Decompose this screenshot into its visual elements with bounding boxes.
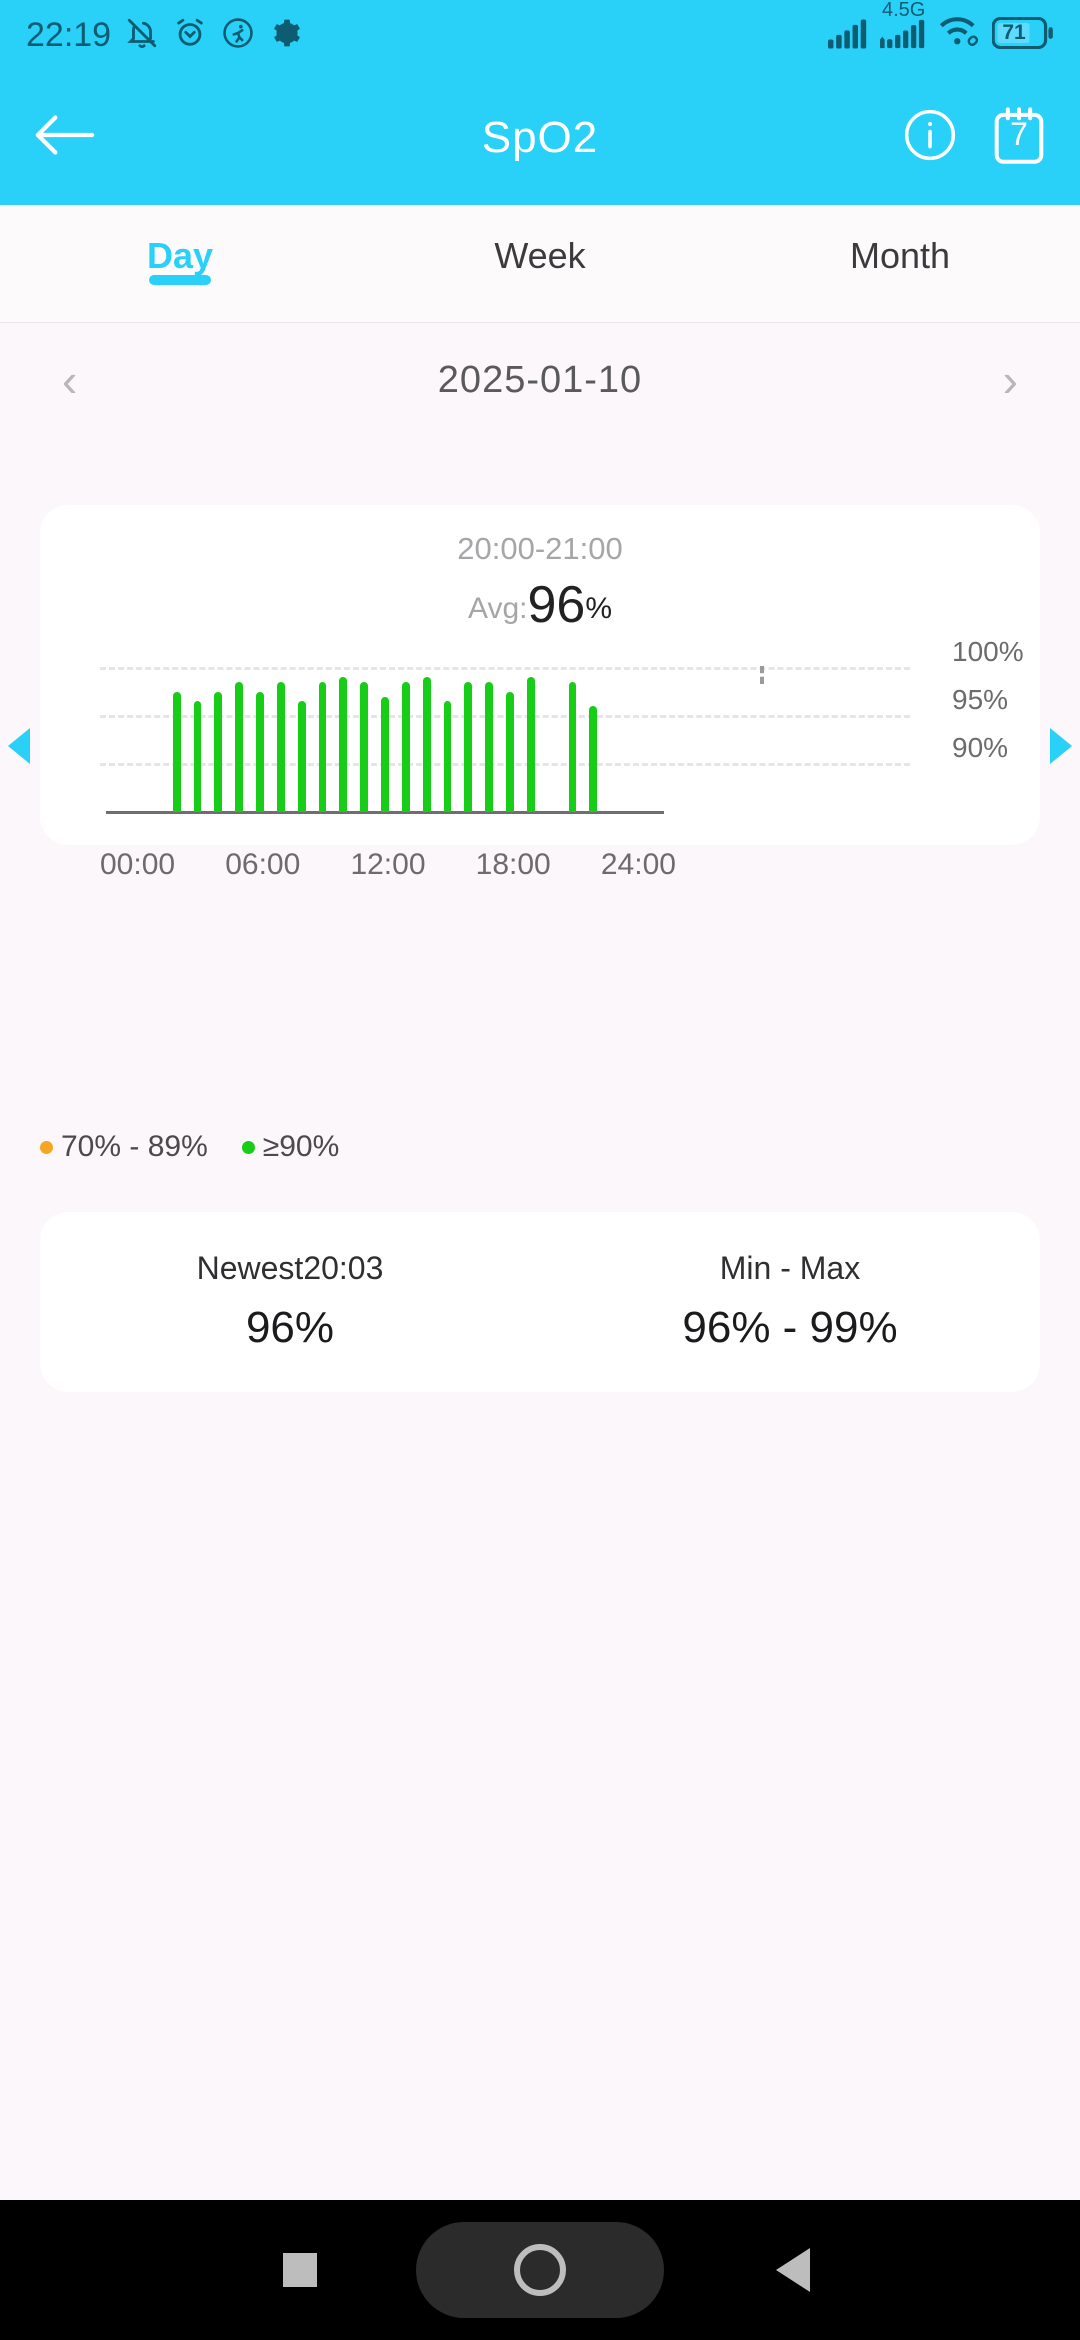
y-tick-label: 95% [952,683,1009,715]
legend-item-high: ≥90% [241,1130,340,1164]
chart-legend: 70% - 89% ≥90% [40,1130,339,1164]
legend-dot-orange [40,1140,53,1154]
recents-square-icon[interactable] [283,2253,317,2287]
prev-arrow-icon[interactable] [8,728,30,764]
battery-icon: 71 [991,16,1054,54]
selected-date-label: 2025-01-10 [437,358,643,401]
status-time: 22:19 [26,15,112,54]
bell-off-icon [125,16,159,55]
chart-bar[interactable] [235,682,244,812]
screen-root: 22:19 4.5G 71 SpO2 7 Day Week Month ‹ 20… [0,0,1080,2340]
legend-label-mid: 70% - 89% [61,1130,208,1163]
status-bar: 22:19 4.5G 71 [0,0,1080,70]
info-circle-icon[interactable] [902,107,958,168]
gear-icon [269,17,301,54]
system-navigation-bar [0,2200,1080,2340]
avg-prefix-label: Avg: [467,592,528,625]
tab-week[interactable]: Week [360,205,720,277]
spo2-bar-chart[interactable]: 100% 95% 90% 00:00 06:00 12:00 18:00 24:00 [100,636,1024,881]
tab-week-label: Week [494,235,586,276]
chart-average: Avg:96% [40,575,1040,635]
avg-unit: % [585,592,613,625]
stat-minmax: Min - Max 96% - 99% [540,1212,1040,1392]
chart-bar[interactable] [297,701,306,812]
calendar-day-label: 7 [1010,116,1028,152]
chart-header: 20:00-21:00 Avg:96% [40,505,1040,635]
y-tick-label: 100% [952,635,1024,667]
chart-bar[interactable] [443,701,452,812]
period-tabbar: Day Week Month [0,205,1080,323]
chart-bar[interactable] [214,691,223,812]
stat-newest: Newest20:03 96% [40,1212,540,1392]
stat-newest-value: 96% [245,1303,335,1352]
spo2-chart-card: 20:00-21:00 Avg:96% 100% 95% 90% 00:00 06:0… [40,505,1040,881]
running-person-icon [221,16,255,55]
tab-active-indicator [149,275,211,285]
legend-label-high: ≥90% [262,1130,340,1163]
chart-bar[interactable] [589,706,598,812]
stat-minmax-title: Min - Max [719,1250,861,1286]
chart-bar[interactable] [276,682,285,812]
chart-bar[interactable] [568,682,577,812]
chart-bar[interactable] [256,691,264,812]
chart-selection-line [760,665,764,685]
app-bar-actions: 7 [902,106,1046,169]
signal-icon [828,18,868,54]
home-circle-icon[interactable] [514,2244,566,2296]
back-arrow-icon[interactable] [34,113,96,162]
x-tick-label: 24:00 [600,848,676,881]
chart-bar[interactable] [360,682,369,812]
status-bar-right: 4.5G 71 [828,0,1054,54]
tab-day[interactable]: Day [0,205,360,285]
alarm-clock-icon [173,16,207,55]
spo2-stats-card: Newest20:03 96% Min - Max 96% - 99% [40,1212,1040,1392]
stat-newest-title: Newest20:03 [196,1250,384,1286]
chart-bar[interactable] [193,701,202,812]
chart-bars [152,652,652,812]
wifi-link-icon [938,16,980,54]
chart-bar[interactable] [422,677,431,812]
app-bar: SpO2 7 [0,70,1080,205]
date-navigator: ‹ 2025-01-10 › [0,325,1080,435]
chart-selected-range: 20:00-21:00 [457,531,623,566]
battery-level-label: 71 [1002,20,1026,44]
x-tick-label: 12:00 [350,848,426,881]
chart-bar[interactable] [485,682,494,812]
x-tick-label: 00:00 [100,848,176,881]
x-tick-label: 18:00 [475,848,551,881]
chevron-right-icon[interactable]: › [1003,357,1018,403]
chart-bar[interactable] [464,682,473,812]
chart-bar[interactable] [506,691,514,812]
y-tick-label: 90% [952,731,1009,763]
chart-bar[interactable] [381,696,389,812]
stat-minmax-value: 96% - 99% [682,1303,898,1352]
tab-month-label: Month [849,235,951,276]
tab-month[interactable]: Month [720,205,1080,277]
next-arrow-icon[interactable] [1050,728,1072,764]
chart-bar[interactable] [318,682,327,812]
chart-bar[interactable] [526,677,535,812]
chart-bar[interactable] [339,677,348,812]
tab-day-label: Day [146,235,214,276]
network-type-label: 4.5G [882,0,926,21]
chart-bar[interactable] [172,691,181,812]
chart-bar[interactable] [401,682,410,812]
calendar-icon[interactable]: 7 [992,106,1046,169]
x-tick-label: 06:00 [225,848,301,881]
chart-x-axis-labels: 00:00 06:00 12:00 18:00 24:00 [100,848,676,882]
chevron-left-icon[interactable]: ‹ [62,357,77,403]
back-triangle-icon[interactable] [776,2248,810,2292]
status-bar-left: 22:19 [26,16,301,55]
signal-4g-icon: 4.5G [880,0,926,54]
legend-item-mid: 70% - 89% [40,1130,208,1164]
legend-dot-green [241,1140,255,1154]
avg-value: 96 [527,576,586,634]
